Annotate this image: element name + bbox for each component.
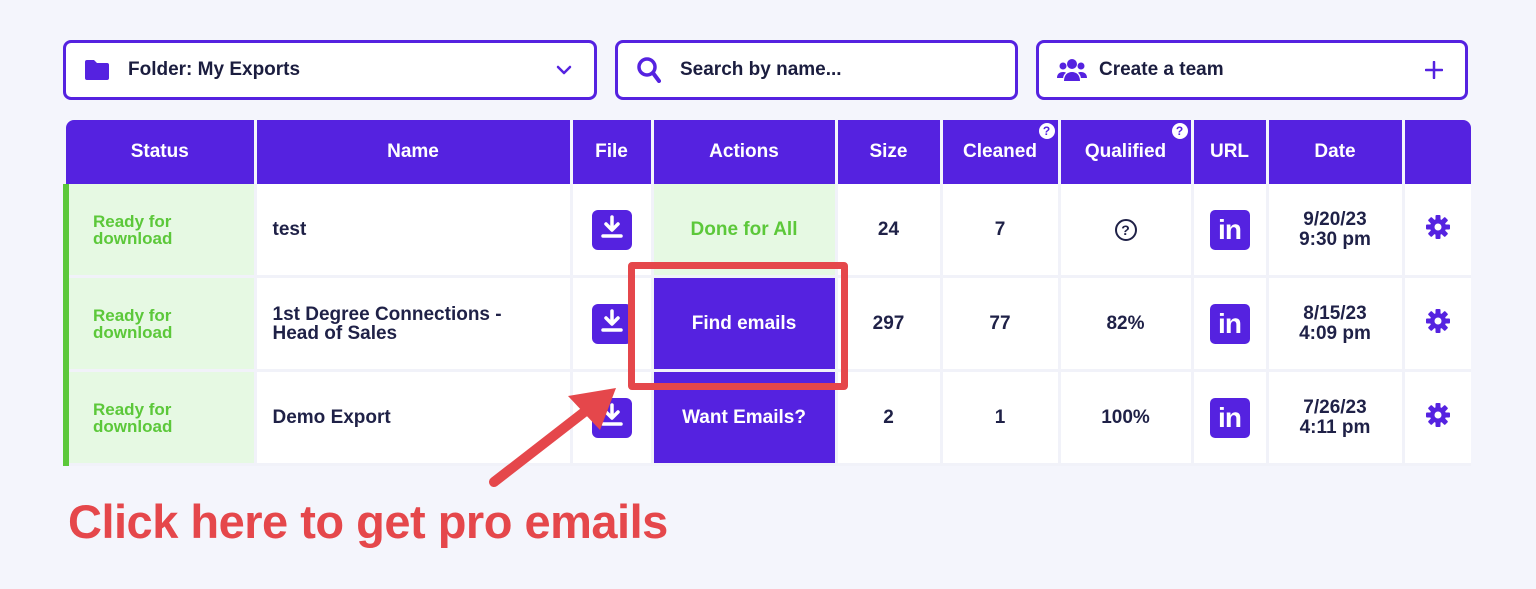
date-value: 9/20/23 <box>1303 208 1367 230</box>
date-cell: 8/15/23 4:09 pm <box>1267 276 1405 372</box>
column-header-qualified-label: Qualified <box>1084 141 1167 162</box>
export-name: test <box>272 219 307 240</box>
linkedin-icon[interactable]: in <box>1209 209 1250 250</box>
export-name: 1st Degree Connections - <box>272 303 502 325</box>
export-name: Head of Sales <box>272 322 398 344</box>
done-for-all-status: Done for All <box>690 218 798 240</box>
export-name: Demo Export <box>272 407 391 428</box>
column-header-cleaned[interactable]: Cleaned? <box>941 120 1061 184</box>
column-header-status[interactable]: Status <box>66 120 257 184</box>
plus-icon <box>1425 61 1443 79</box>
toolbar: Folder: My Exports Search by name... Cre… <box>63 40 1468 104</box>
status-text: download <box>93 416 173 436</box>
time-value: 4:11 pm <box>1299 416 1371 438</box>
chevron-down-icon <box>556 65 572 75</box>
column-header-name[interactable]: Name <box>255 120 573 184</box>
date-value: 7/26/23 <box>1303 396 1367 418</box>
find-emails-button[interactable]: Find emails <box>652 276 838 372</box>
qualified-value: 82% <box>1059 276 1194 372</box>
gear-icon[interactable] <box>1425 214 1451 245</box>
actions-cell: Done for All <box>652 184 838 278</box>
team-icon <box>1057 57 1087 83</box>
cleaned-value: 77 <box>941 276 1061 372</box>
file-cell <box>571 184 654 278</box>
settings-cell <box>1403 276 1471 372</box>
linkedin-icon[interactable]: in <box>1209 303 1250 344</box>
settings-cell <box>1403 184 1471 278</box>
size-value: 297 <box>836 276 943 372</box>
column-header-qualified[interactable]: Qualified? <box>1059 120 1194 184</box>
export-name-cell: 1st Degree Connections - Head of Sales <box>255 276 573 372</box>
status-cell: Ready for download <box>63 184 257 278</box>
time-value: 4:09 pm <box>1299 322 1371 344</box>
gear-icon[interactable] <box>1425 308 1451 339</box>
callout-text: Click here to get pro emails <box>68 495 668 548</box>
help-icon[interactable]: ? <box>1038 123 1055 139</box>
date-cell: 7/26/23 4:11 pm <box>1267 370 1405 466</box>
folder-select-label: Folder: My Exports <box>128 59 301 80</box>
help-icon[interactable]: ? <box>1171 123 1188 139</box>
download-button[interactable] <box>591 209 632 250</box>
want-emails-button[interactable]: Want Emails? <box>652 370 838 466</box>
time-value: 9:30 pm <box>1299 228 1371 250</box>
column-header-cleaned-label: Cleaned <box>963 141 1037 162</box>
export-name-cell: Demo Export <box>255 370 573 466</box>
file-cell <box>571 276 654 372</box>
qualified-value: 100% <box>1059 370 1194 466</box>
search-icon <box>636 57 662 83</box>
linkedin-icon[interactable]: in <box>1209 397 1250 438</box>
download-icon <box>600 214 623 245</box>
gear-icon[interactable] <box>1425 402 1451 433</box>
qualified-cell: ? <box>1059 184 1194 278</box>
url-cell: in <box>1192 370 1269 466</box>
export-name-cell: test <box>255 184 573 278</box>
download-button[interactable] <box>591 397 632 438</box>
date-cell: 9/20/23 9:30 pm <box>1267 184 1405 278</box>
folder-icon <box>84 57 110 83</box>
table-row: Ready for download 1st Degree Connections… <box>63 276 1471 372</box>
status-text: download <box>93 322 173 342</box>
size-value: 24 <box>836 184 943 278</box>
size-value: 2 <box>836 370 943 466</box>
search-input[interactable]: Search by name... <box>615 40 1018 100</box>
download-icon <box>600 308 623 339</box>
status-cell: Ready for download <box>63 370 257 466</box>
column-header-file: File <box>571 120 654 184</box>
status-cell: Ready for download <box>63 276 257 372</box>
exports-table: Status Name File Actions Size Cleaned? Q… <box>63 120 1471 466</box>
create-team-label: Create a team <box>1099 59 1224 80</box>
column-header-date[interactable]: Date <box>1267 120 1405 184</box>
table-row: Ready for download Demo Export Want Email… <box>63 370 1471 466</box>
url-cell: in <box>1192 184 1269 278</box>
search-placeholder: Search by name... <box>680 59 842 80</box>
url-cell: in <box>1192 276 1269 372</box>
column-header-url: URL <box>1192 120 1269 184</box>
create-team-button[interactable]: Create a team <box>1036 40 1468 100</box>
cleaned-value: 7 <box>941 184 1061 278</box>
settings-cell <box>1403 370 1471 466</box>
date-value: 8/15/23 <box>1303 302 1367 324</box>
column-header-actions: Actions <box>652 120 838 184</box>
column-header-settings <box>1403 120 1471 184</box>
file-cell <box>571 370 654 466</box>
column-header-size[interactable]: Size <box>836 120 943 184</box>
cleaned-value: 1 <box>941 370 1061 466</box>
help-icon[interactable]: ? <box>1114 218 1137 241</box>
table-row: Ready for download test Done for All 24 7… <box>63 184 1471 278</box>
table-header-row: Status Name File Actions Size Cleaned? Q… <box>66 120 1471 184</box>
download-button[interactable] <box>591 303 632 344</box>
download-icon <box>600 402 623 433</box>
status-text: download <box>93 228 173 248</box>
folder-select[interactable]: Folder: My Exports <box>63 40 597 100</box>
